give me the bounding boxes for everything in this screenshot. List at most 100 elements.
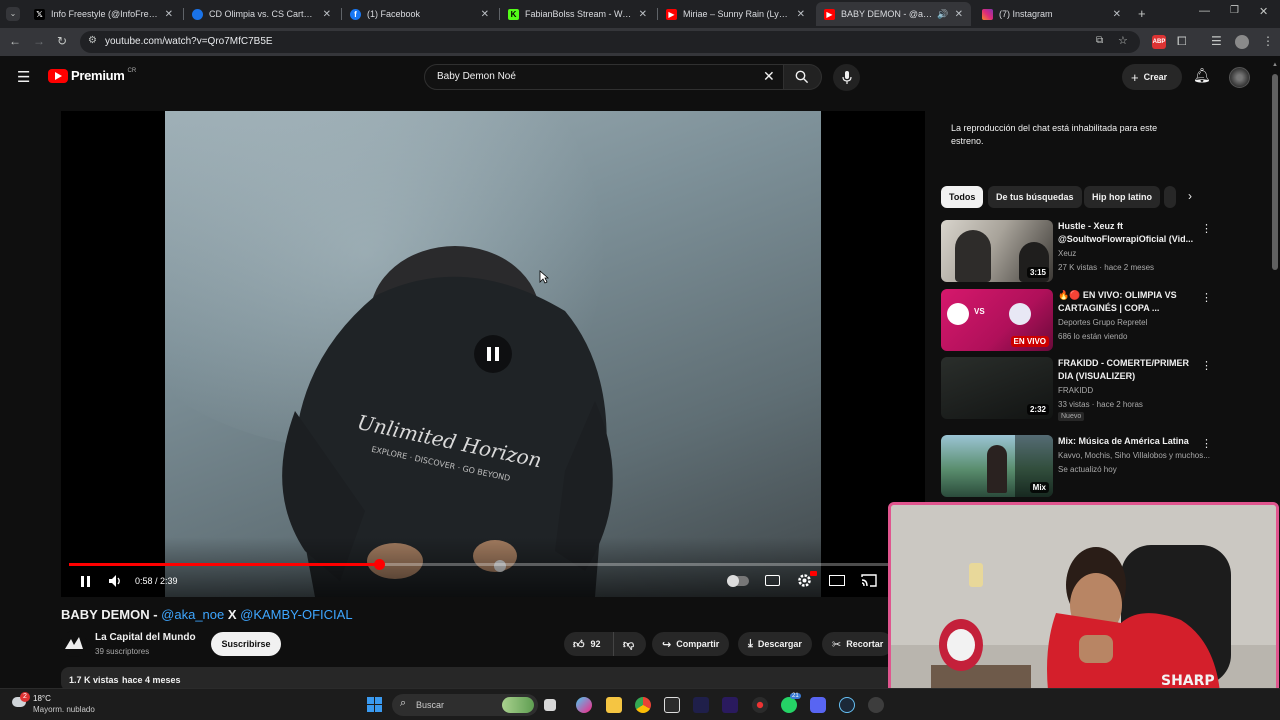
new-tab-icon[interactable]: + xyxy=(1138,6,1146,21)
premiere-icon[interactable] xyxy=(722,697,738,713)
extensions-icon[interactable]: ⧠ xyxy=(1177,34,1187,49)
tab-miriae-sunny-rain[interactable]: ▶ Miriae – Sunny Rain (Lyrics vid... ✕ xyxy=(658,2,813,26)
rec-duration: 2:32 xyxy=(1026,404,1049,415)
like-button[interactable]: 👍︎ 92 xyxy=(564,632,614,656)
start-button[interactable] xyxy=(367,697,383,713)
epic-games-icon[interactable] xyxy=(664,697,680,713)
rec-more-options-icon[interactable]: ⋮ xyxy=(1201,437,1212,450)
channel-name[interactable]: La Capital del Mundo xyxy=(95,632,196,643)
chip-hip-hop-latino[interactable]: Hip hop latino xyxy=(1084,186,1160,208)
chip-todos[interactable]: Todos xyxy=(941,186,984,208)
reading-list-icon[interactable]: ☰ xyxy=(1211,34,1222,48)
rec-more-options-icon[interactable]: ⋮ xyxy=(1201,222,1212,235)
theater-mode-icon[interactable] xyxy=(829,575,845,586)
rec-thumbnail[interactable]: Mix xyxy=(941,435,1053,497)
hamburger-menu-icon[interactable]: ☰ xyxy=(17,68,30,86)
close-tab-icon[interactable]: ✕ xyxy=(797,9,805,20)
tab-baby-demon[interactable]: ▶ BABY DEMON - @aka_noe 🔊 ✕ xyxy=(816,2,971,26)
rec-title: 🔥🔴 EN VIVO: OLIMPIA VS CARTAGINÉS | COPA… xyxy=(1058,290,1177,313)
subtitles-icon[interactable] xyxy=(765,575,780,586)
progress-bar[interactable] xyxy=(69,559,917,570)
tab-olimpia-cartagines[interactable]: CD Olimpia vs. CS Cartaginés (C... ✕ xyxy=(184,2,339,26)
chip-de-tus-busquedas[interactable]: De tus búsquedas xyxy=(988,186,1082,208)
microphone-icon xyxy=(842,71,852,84)
webcam-overlay: SHARP xyxy=(888,502,1279,716)
center-pause-button[interactable] xyxy=(474,335,512,373)
forward-icon[interactable]: → xyxy=(33,34,45,48)
discord-icon[interactable] xyxy=(810,697,826,713)
address-bar[interactable]: ⚙ youtube.com/watch?v=Qro7MfC7B5E ⧉ ☆ xyxy=(80,31,1140,53)
clip-label: Recortar xyxy=(846,639,884,649)
chrome-menu-icon[interactable]: ⋮ xyxy=(1262,34,1274,48)
rec-duration: 3:15 xyxy=(1026,267,1049,278)
taskbar-search[interactable]: ⌕ Buscar xyxy=(392,694,538,716)
search-box[interactable]: Baby Demon Noé ✕ xyxy=(424,64,784,90)
channel-avatar[interactable] xyxy=(61,631,87,657)
search-input[interactable]: Baby Demon Noé xyxy=(437,71,516,82)
video-player[interactable]: Unlimited Horizon EXPLORE · DISCOVER · G… xyxy=(61,111,925,597)
voice-search-button[interactable] xyxy=(833,64,860,91)
close-tab-icon[interactable]: ✕ xyxy=(1113,9,1121,20)
dislike-button[interactable]: 👎︎ xyxy=(614,632,634,656)
restore-icon[interactable]: ❐ xyxy=(1230,5,1239,16)
minimize-icon[interactable]: — xyxy=(1199,5,1210,17)
cast-icon[interactable] xyxy=(861,574,877,587)
mention-link-kamby[interactable]: @KAMBY-OFICIAL xyxy=(240,607,352,622)
copilot-icon[interactable] xyxy=(576,697,592,713)
progress-scrubber[interactable] xyxy=(373,559,385,570)
tab-kick-stream[interactable]: K FabianBolss Stream - Watch Liv... ✕ xyxy=(500,2,655,26)
bookmark-star-icon[interactable]: ☆ xyxy=(1118,34,1128,47)
scrollbar-thumb[interactable] xyxy=(1272,74,1278,270)
share-arrow-icon: ↪ xyxy=(662,638,672,651)
davinci-resolve-icon[interactable] xyxy=(752,697,768,713)
mention-link-aka-noe[interactable]: @aka_noe xyxy=(161,607,224,622)
chrome-icon[interactable] xyxy=(635,697,651,713)
close-window-icon[interactable]: ✕ xyxy=(1259,5,1268,18)
clear-search-icon[interactable]: ✕ xyxy=(763,68,775,85)
app-icon[interactable] xyxy=(868,697,884,713)
chip-more[interactable] xyxy=(1164,186,1176,208)
notifications-bell-icon[interactable]: 🔔︎ xyxy=(1193,67,1211,84)
close-tab-icon[interactable]: ✕ xyxy=(481,9,489,20)
autoplay-toggle[interactable] xyxy=(727,575,749,587)
install-app-icon[interactable]: ⧉ xyxy=(1096,35,1103,46)
rec-thumbnail[interactable]: VS EN VIVO xyxy=(941,289,1053,351)
clip-button[interactable]: ✂ Recortar xyxy=(822,632,894,656)
chips-next-arrow-icon[interactable]: › xyxy=(1188,189,1192,203)
create-button[interactable]: + Crear xyxy=(1122,64,1182,90)
site-info-icon[interactable]: ⚙ xyxy=(88,35,97,46)
share-button[interactable]: ↪ Compartir xyxy=(652,632,730,656)
youtube-premium-logo[interactable]: Premium CR xyxy=(48,68,136,83)
tab-facebook[interactable]: f (1) Facebook ✕ xyxy=(342,2,497,26)
play-pause-button[interactable] xyxy=(79,575,93,589)
file-explorer-icon[interactable] xyxy=(606,697,622,713)
close-tab-icon[interactable]: ✕ xyxy=(165,9,173,20)
account-avatar[interactable] xyxy=(1229,67,1250,88)
download-button[interactable]: ⤓ Descargar xyxy=(738,632,812,656)
scrollbar-up-arrow[interactable]: ▲ xyxy=(1272,62,1278,68)
profile-avatar[interactable] xyxy=(1235,35,1249,49)
close-tab-icon[interactable]: ✕ xyxy=(323,9,331,20)
rec-thumbnail[interactable]: 3:15 xyxy=(941,220,1053,282)
whatsapp-icon[interactable] xyxy=(781,697,797,713)
rec-more-options-icon[interactable]: ⋮ xyxy=(1201,359,1212,372)
tab-search-button[interactable]: ⌄ xyxy=(6,7,20,21)
task-view-icon[interactable] xyxy=(544,699,556,711)
audio-playing-icon[interactable]: 🔊 xyxy=(937,9,948,20)
steam-icon[interactable] xyxy=(839,697,855,713)
subscribe-button[interactable]: Suscribirse xyxy=(211,632,281,656)
reload-icon[interactable]: ↻ xyxy=(57,34,67,48)
weather-description: Mayorm. nublado xyxy=(33,705,95,714)
tab-info-freestyle[interactable]: 𝕏 Info Freestyle (@InfoFreestyle2... ✕ xyxy=(26,2,181,26)
youtube-play-logo-icon xyxy=(48,68,68,83)
volume-icon[interactable] xyxy=(108,574,122,588)
close-tab-icon[interactable]: ✕ xyxy=(955,9,963,20)
after-effects-icon[interactable] xyxy=(693,697,709,713)
back-icon[interactable]: ← xyxy=(9,34,21,48)
adblock-icon[interactable]: ABP xyxy=(1152,35,1166,49)
rec-thumbnail[interactable]: 2:32 xyxy=(941,357,1053,419)
close-tab-icon[interactable]: ✕ xyxy=(639,9,647,20)
tab-instagram[interactable]: (7) Instagram ✕ xyxy=(974,2,1129,26)
search-button[interactable] xyxy=(784,64,822,90)
rec-more-options-icon[interactable]: ⋮ xyxy=(1201,291,1212,304)
